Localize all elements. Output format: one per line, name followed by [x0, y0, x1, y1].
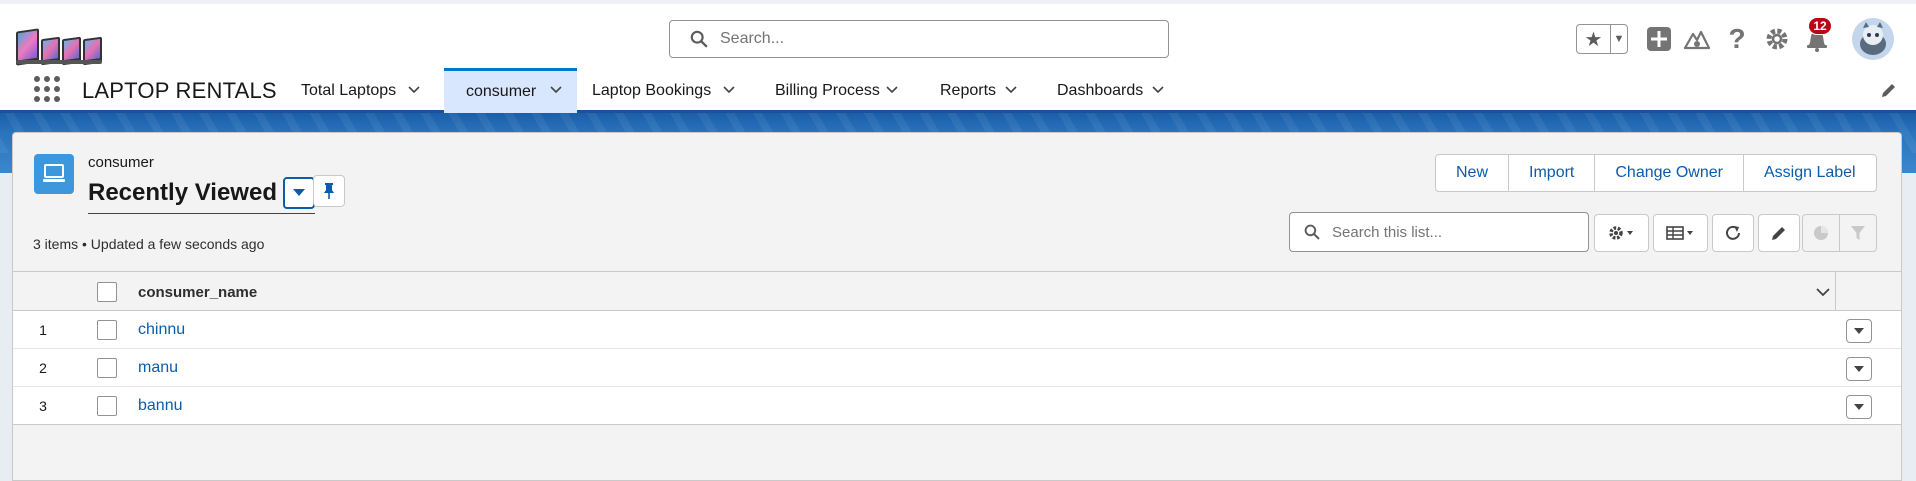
row-number: 1 — [39, 322, 47, 338]
pencil-icon — [1772, 227, 1785, 240]
charts-button[interactable] — [1802, 214, 1840, 252]
list-view-actions: New Import Change Owner Assign Label — [1435, 154, 1877, 192]
favorites-button-group: ★ ▼ — [1576, 24, 1628, 54]
pin-list-view-button[interactable] — [313, 175, 345, 207]
nav-tab-consumer[interactable]: consumer — [444, 68, 577, 113]
caret-down-icon — [1854, 404, 1864, 410]
search-icon — [690, 30, 708, 48]
user-avatar[interactable] — [1852, 18, 1894, 60]
edit-nav-pencil-icon[interactable] — [1880, 81, 1898, 99]
caret-down-icon — [1854, 366, 1864, 372]
select-all-checkbox[interactable] — [97, 282, 117, 302]
trailhead-icon[interactable] — [1682, 24, 1712, 54]
consumer-name-link[interactable]: chinnu — [138, 321, 185, 339]
laptop-object-icon — [34, 154, 74, 194]
pie-chart-icon — [1814, 226, 1828, 240]
chevron-down-icon[interactable] — [549, 83, 563, 97]
list-search-placeholder: Search this list... — [1332, 223, 1443, 241]
filters-button[interactable] — [1839, 214, 1877, 252]
display-as-button[interactable] — [1653, 214, 1708, 252]
favorites-dropdown-icon[interactable]: ▼ — [1611, 25, 1627, 53]
favorites-star-icon[interactable]: ★ — [1577, 25, 1611, 53]
row-checkbox[interactable] — [97, 396, 117, 416]
nav-tab-laptop-bookings[interactable]: Laptop Bookings — [570, 68, 750, 113]
nav-tab-label: Laptop Bookings — [592, 81, 712, 99]
global-header: Search... ★ ▼ ? 12 — [0, 0, 1916, 68]
chevron-down-icon[interactable] — [885, 83, 899, 97]
column-header-consumer-name[interactable]: consumer_name — [138, 284, 257, 301]
nav-tab-total-laptops[interactable]: Total Laptops — [279, 68, 435, 113]
row-actions-dropdown[interactable] — [1846, 319, 1872, 343]
list-view-controls-button[interactable] — [1594, 214, 1649, 252]
object-name: consumer — [88, 154, 154, 171]
nav-tab-billing-process[interactable]: Billing Process — [753, 68, 913, 113]
list-view-picker-dropdown[interactable] — [282, 177, 315, 209]
nav-tab-label: Reports — [940, 81, 997, 99]
nav-tab-reports[interactable]: Reports — [918, 68, 1032, 113]
nav-tab-label: Total Laptops — [301, 81, 397, 99]
table-header-row: consumer_name — [13, 271, 1901, 312]
table-row: 2 manu — [13, 349, 1901, 387]
table-row: 3 bannu — [13, 387, 1901, 425]
list-search-input[interactable]: Search this list... — [1289, 212, 1589, 252]
records-table: consumer_name 1 chinnu 2 manu 3 bannu — [13, 271, 1901, 425]
nav-tab-label: consumer — [466, 83, 537, 100]
table-display-icon — [1665, 226, 1693, 240]
refresh-icon — [1726, 225, 1740, 240]
nav-tab-label: Billing Process — [775, 81, 880, 99]
consumer-name-link[interactable]: manu — [138, 359, 178, 377]
row-checkbox[interactable] — [97, 320, 117, 340]
global-search-placeholder: Search... — [720, 30, 785, 47]
app-name: LAPTOP RENTALS — [82, 78, 277, 103]
gear-dropdown-icon — [1608, 226, 1633, 240]
consumer-name-link[interactable]: bannu — [138, 397, 183, 415]
column-actions-chevron-icon[interactable] — [1815, 286, 1831, 298]
list-view-title: Recently Viewed — [88, 177, 315, 214]
add-icon[interactable] — [1644, 24, 1674, 54]
nav-tab-dashboards[interactable]: Dashboards — [1035, 68, 1179, 113]
caret-down-icon — [292, 189, 305, 196]
change-owner-button[interactable]: Change Owner — [1595, 155, 1744, 191]
filter-funnel-icon — [1851, 226, 1865, 240]
company-logo[interactable] — [16, 14, 103, 66]
navigation-bar: LAPTOP RENTALS Total Laptops consumer La… — [0, 68, 1916, 113]
row-actions-dropdown[interactable] — [1846, 357, 1872, 381]
row-actions-dropdown[interactable] — [1846, 395, 1872, 419]
new-button[interactable]: New — [1436, 155, 1510, 191]
row-number: 3 — [39, 398, 47, 414]
help-icon[interactable]: ? — [1722, 23, 1752, 54]
row-checkbox[interactable] — [97, 358, 117, 378]
search-icon — [1304, 224, 1320, 240]
list-view-card: consumer Recently Viewed 3 items • Updat… — [12, 132, 1902, 481]
table-row: 1 chinnu — [13, 311, 1901, 349]
assign-label-button[interactable]: Assign Label — [1744, 155, 1876, 191]
nav-tab-label: Dashboards — [1057, 81, 1144, 99]
row-number: 2 — [39, 360, 47, 376]
list-view-title-label: Recently Viewed — [88, 179, 277, 206]
chevron-down-icon[interactable] — [407, 83, 421, 97]
caret-down-icon — [1854, 328, 1864, 334]
setup-gear-icon[interactable] — [1762, 24, 1792, 54]
pin-icon — [324, 183, 334, 199]
import-button[interactable]: Import — [1509, 155, 1596, 191]
notification-count-badge: 12 — [1808, 17, 1832, 35]
chevron-down-icon[interactable] — [722, 83, 736, 97]
refresh-button[interactable] — [1712, 214, 1754, 252]
chevron-down-icon[interactable] — [1004, 83, 1018, 97]
list-view-status: 3 items • Updated a few seconds ago — [33, 236, 265, 252]
global-search-input[interactable]: Search... — [669, 20, 1169, 58]
column-divider — [1835, 272, 1836, 312]
chevron-down-icon[interactable] — [1151, 83, 1165, 97]
inline-edit-button[interactable] — [1758, 214, 1800, 252]
app-launcher-icon[interactable] — [34, 76, 60, 102]
